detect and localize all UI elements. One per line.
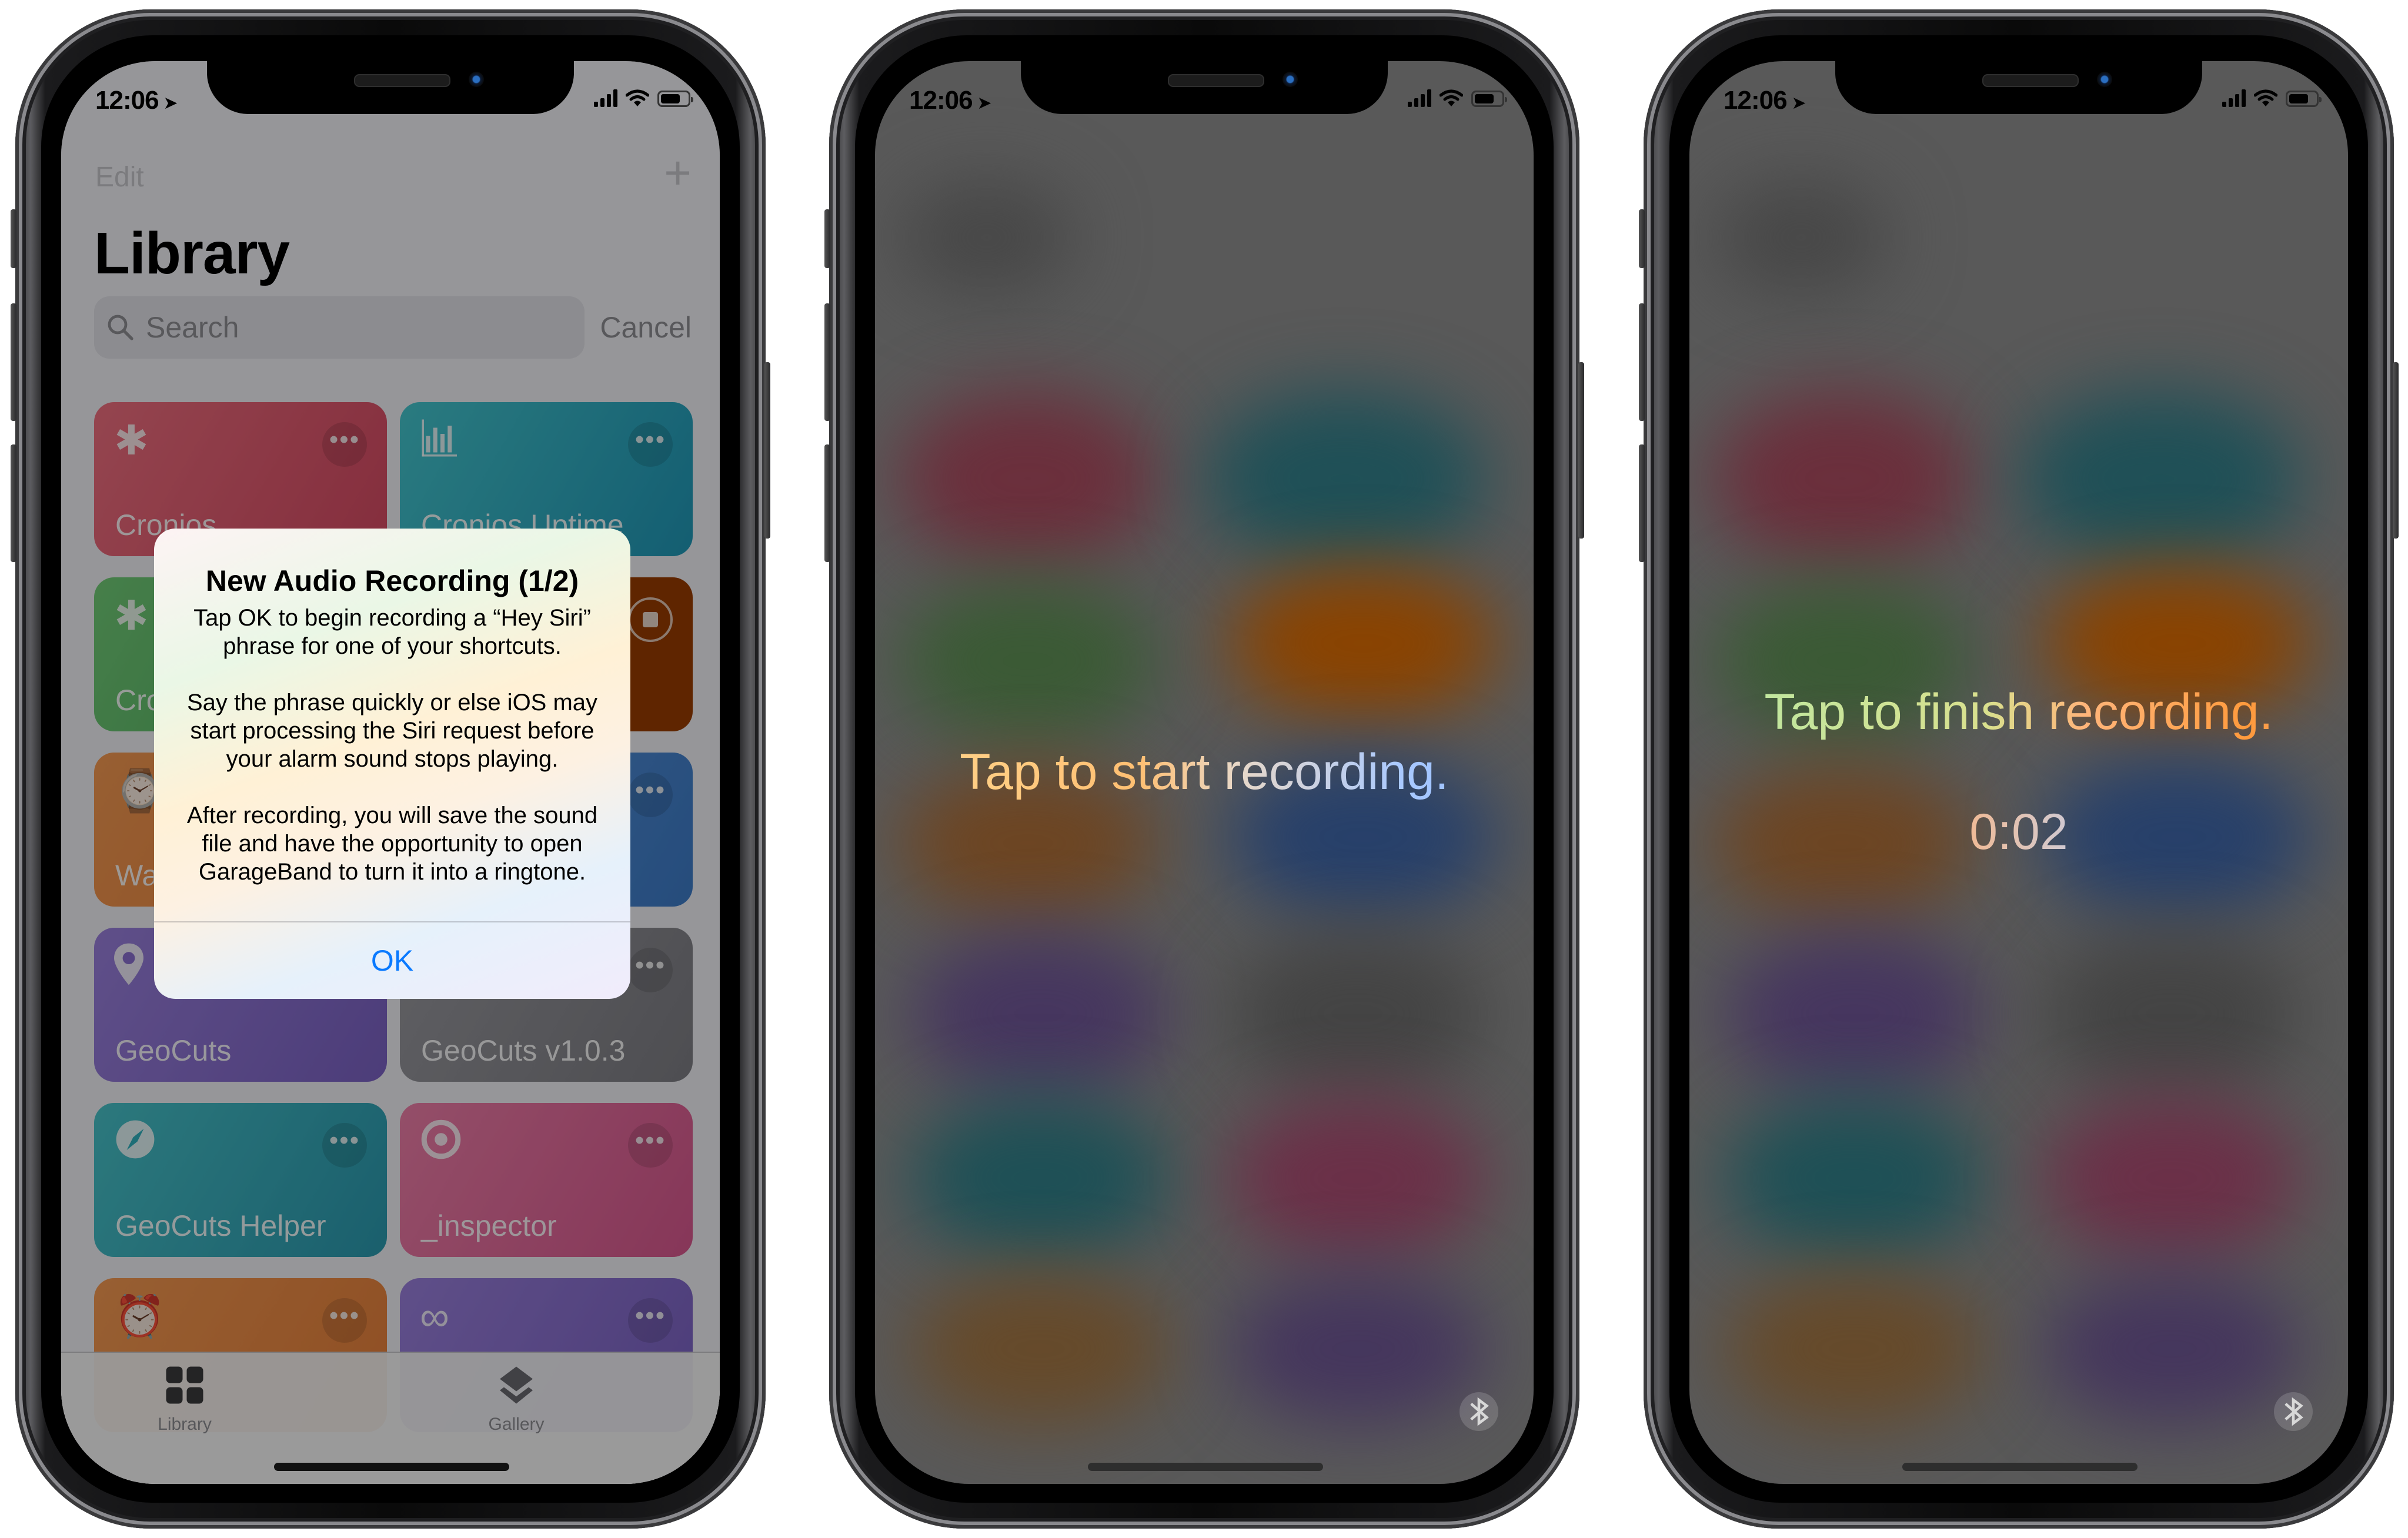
front-camera [2097,72,2112,87]
finish-recording-prompt[interactable]: Tap to finish recording. [1689,683,2348,741]
recording-timer: 0:02 [1689,803,2348,861]
screen: Edit + Library Search Cancel ✱ ••• Croni… [61,61,720,1484]
wifi-icon [1440,89,1463,106]
bluetooth-icon [2274,1392,2313,1431]
speaker-grille [1168,74,1264,87]
speaker-grille [354,74,450,87]
mute-switch [11,209,16,268]
side-button [764,362,770,539]
home-indicator[interactable] [1088,1463,1323,1471]
wifi-icon [2254,89,2277,106]
ok-button[interactable]: OK [154,922,630,999]
location-arrow-icon: ➤ [977,93,992,113]
location-arrow-icon: ➤ [1791,93,1806,113]
side-button [2393,362,2399,539]
battery-icon [657,91,693,107]
volume-up-button [11,303,16,421]
recording-overlay[interactable]: Tap to finish recording. 0:02 [1689,61,2348,1484]
battery-icon [2286,91,2322,107]
recording-overlay[interactable]: Tap to start recording. [875,61,1534,1484]
location-arrow-icon: ➤ [163,93,178,113]
home-indicator[interactable] [274,1463,509,1471]
notch [1021,61,1388,114]
mute-switch [824,209,830,268]
front-camera [1283,72,1298,87]
speaker-grille [1982,74,2079,87]
mute-switch [1639,209,1645,268]
side-button [1578,362,1584,539]
wifi-icon [626,89,649,106]
status-time: 12:06 [909,86,973,115]
notch [207,61,574,114]
start-recording-prompt[interactable]: Tap to start recording. [875,743,1534,801]
screen[interactable]: Tap to finish recording. 0:02 12:06 ➤ [1689,61,2348,1484]
phone-finish-recording: Tap to finish recording. 0:02 12:06 ➤ [1639,9,2399,1529]
bluetooth-icon [1460,1392,1498,1431]
alert-message: Tap OK to begin recording a “Hey Siri” p… [186,605,598,885]
alert-title: New Audio Recording (1/2) [205,564,579,597]
phone-library: Edit + Library Search Cancel ✱ ••• Croni… [11,9,770,1529]
cellular-signal-icon [594,89,617,107]
volume-up-button [824,303,830,421]
volume-down-button [824,444,830,562]
alert-dialog: New Audio Recording (1/2) Tap OK to begi… [154,529,630,999]
screen[interactable]: Tap to start recording. 12:06 ➤ [875,61,1534,1484]
cellular-signal-icon [1408,89,1431,107]
volume-down-button [1639,444,1645,562]
volume-down-button [11,444,16,562]
status-time: 12:06 [95,86,159,115]
notch [1835,61,2202,114]
phone-start-recording: Tap to start recording. 12:06 ➤ [824,9,1584,1529]
battery-icon [1471,91,1507,107]
status-time: 12:06 [1724,86,1788,115]
home-indicator[interactable] [1902,1463,2138,1471]
front-camera [469,72,484,87]
volume-up-button [1639,303,1645,421]
cellular-signal-icon [2222,89,2246,107]
